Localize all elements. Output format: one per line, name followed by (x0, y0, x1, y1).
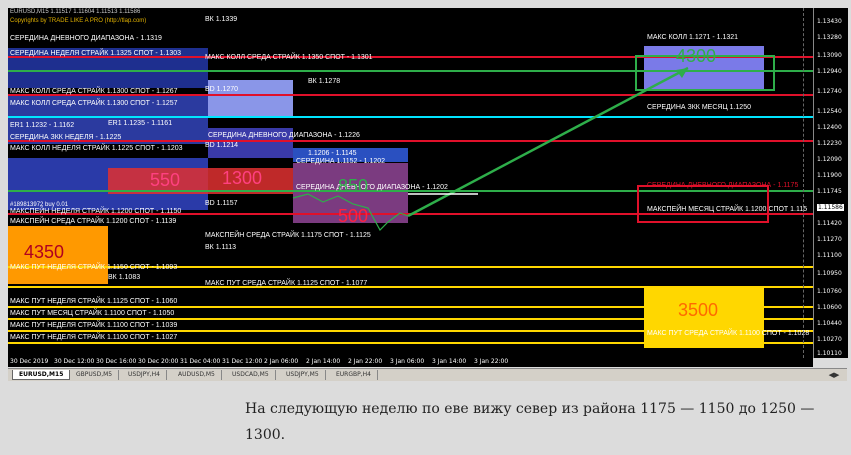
price-tick: 1.12540 (817, 108, 842, 115)
tab-usdjpy-m5[interactable]: USDJPY,M5 (280, 370, 326, 380)
price-tick: 1.11100 (817, 252, 842, 259)
chart-annotations (292, 55, 775, 231)
tab-usdcad-m5[interactable]: USDCAD,M5 (226, 370, 276, 380)
price-tick: 1.13430 (817, 18, 842, 25)
price-tick: 1.10760 (817, 288, 842, 295)
current-price-tick: 1.11586 (817, 204, 844, 211)
tab-eurgbp-h4[interactable]: EURGBP,H4 (330, 370, 378, 380)
price-tick: 1.11270 (817, 236, 842, 243)
time-tick: 30 Dec 16:00 (96, 358, 137, 365)
price-tick: 1.13280 (817, 34, 842, 41)
price-tick: 1.12230 (817, 140, 842, 147)
price-tick: 1.12740 (817, 88, 842, 95)
price-line (292, 193, 409, 231)
price-tick: 1.10600 (817, 304, 842, 311)
price-tick: 1.11745 (817, 188, 842, 195)
time-tick: 31 Dec 04:00 (180, 358, 221, 365)
tab-usdjpy-h4[interactable]: USDJPY,H4 (122, 370, 167, 380)
time-axis: 30 Dec 2019 30 Dec 12:00 30 Dec 16:00 30… (8, 358, 813, 367)
time-tick: 30 Dec 12:00 (54, 358, 95, 365)
screenshot-frame: EURUSD,M15 1.11517 1.11604 1.11513 1.115… (0, 0, 851, 455)
time-tick: 2 Jan 14:00 (306, 358, 341, 365)
tab-gbpusd-m5[interactable]: GBPUSD,M5 (70, 370, 120, 380)
tab-eurusd-m15[interactable]: EURUSD,M15 (12, 370, 71, 380)
price-tick: 1.12400 (817, 124, 842, 131)
price-tick: 1.10110 (817, 350, 842, 357)
time-tick: 3 Jan 06:00 (390, 358, 425, 365)
price-tick: 1.10950 (817, 270, 842, 277)
chart-tabs: EURUSD,M15 GBPUSD,M5 USDJPY,H4 AUDUSD,M5… (8, 368, 847, 381)
time-tick: 30 Dec 2019 (10, 358, 49, 365)
tab-audusd-m5[interactable]: AUDUSD,M5 (172, 370, 222, 380)
post-caption: На следующую неделю по еве вижу север из… (245, 401, 815, 443)
price-chart[interactable]: EURUSD,M15 1.11517 1.11604 1.11513 1.115… (8, 8, 813, 358)
time-tick: 2 Jan 22:00 (348, 358, 383, 365)
price-tick: 1.10440 (817, 320, 842, 327)
time-tick: 3 Jan 14:00 (432, 358, 467, 365)
time-tick: 2 Jan 06:00 (264, 358, 299, 365)
time-tick: 31 Dec 12:00 (222, 358, 263, 365)
time-tick: 3 Jan 22:00 (474, 358, 509, 365)
time-tick: 30 Dec 20:00 (138, 358, 179, 365)
price-tick: 1.10270 (817, 336, 842, 343)
price-tick: 1.12090 (817, 156, 842, 163)
entry-box (637, 185, 769, 223)
tab-scroll-icon[interactable]: ◀▶ (827, 370, 841, 380)
price-tick: 1.12940 (817, 68, 842, 75)
price-tick: 1.11420 (817, 220, 842, 227)
price-tick: 1.11900 (817, 172, 842, 179)
price-tick: 1.13090 (817, 52, 842, 59)
price-axis: 1.13430 1.13280 1.13090 1.12940 1.12740 … (813, 8, 848, 358)
